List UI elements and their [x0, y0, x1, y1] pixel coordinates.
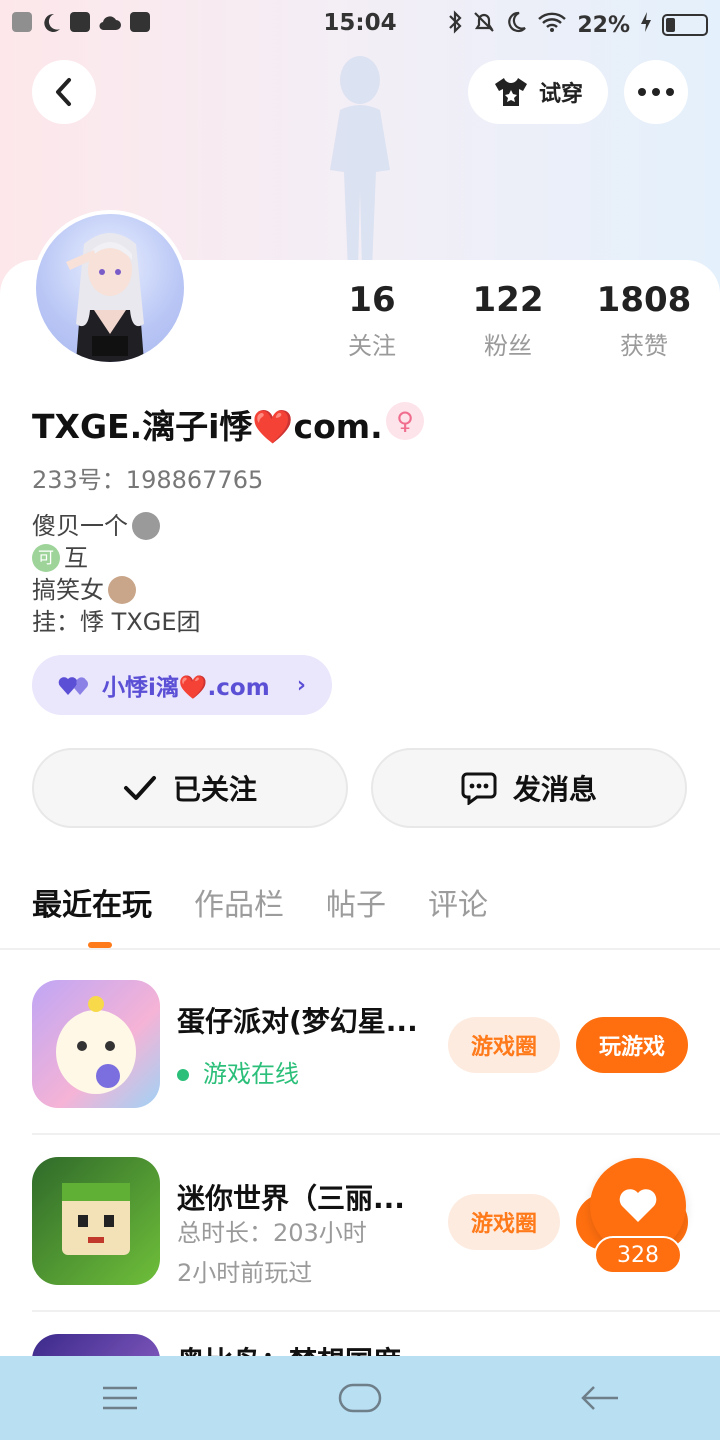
- like-count: 328: [594, 1236, 682, 1274]
- gray-emoji-icon: [132, 512, 160, 540]
- mute-icon: [473, 10, 495, 40]
- bio-line-4-text: 挂：悸 TXGE团: [32, 608, 201, 636]
- game-online-text: 游戏在线: [203, 1060, 299, 1088]
- heart-icon: [619, 1189, 657, 1222]
- stat-followers[interactable]: 122 粉丝: [448, 280, 568, 361]
- user-id[interactable]: 233号：198867765: [32, 460, 263, 495]
- menu-icon: [103, 1386, 137, 1410]
- more-button[interactable]: [624, 60, 688, 124]
- try-on-button[interactable]: 试穿: [468, 60, 608, 124]
- game-last-played: 2小时前玩过: [177, 1259, 313, 1287]
- chevron-right-icon: ›: [296, 672, 306, 698]
- bluetooth-icon: [447, 10, 463, 40]
- message-button[interactable]: 发消息: [371, 748, 687, 828]
- tab-posts[interactable]: 帖子: [326, 880, 386, 924]
- more-dots-icon: [638, 88, 674, 96]
- group-tag-label: 小悸i漓❤️.com: [102, 675, 270, 701]
- status-bar: 15:04 22%: [0, 0, 720, 48]
- avatar[interactable]: [32, 210, 188, 366]
- bio-line-1: 傻贝一个: [32, 510, 201, 542]
- monkey-emoji-icon: [108, 576, 136, 604]
- system-nav-bar: [0, 1356, 720, 1440]
- following-label: 关注: [348, 332, 396, 360]
- nickname: TXGE.漓子i悸❤️com.: [32, 407, 383, 446]
- tab-comments[interactable]: 评论: [428, 880, 488, 924]
- chevron-left-icon: [56, 78, 71, 106]
- back-nav-button[interactable]: [570, 1378, 630, 1418]
- followers-count: 122: [472, 280, 544, 320]
- bio-line-1-text: 傻贝一个: [32, 512, 128, 540]
- tshirt-icon: [494, 78, 527, 106]
- game-row[interactable]: 蛋仔派对(梦幻星... 游戏在线 游戏圈 玩游戏: [32, 980, 720, 1110]
- followers-label: 粉丝: [484, 332, 532, 360]
- row-divider: [32, 1133, 720, 1135]
- follow-button[interactable]: 已关注: [32, 748, 348, 828]
- try-on-label: 试穿: [538, 82, 583, 107]
- back-button[interactable]: [32, 60, 96, 124]
- chat-bubble-icon: [461, 772, 497, 805]
- tab-recently-played[interactable]: 最近在玩: [32, 880, 152, 924]
- follow-button-label: 已关注: [172, 773, 257, 806]
- battery-percent: 22%: [577, 12, 630, 38]
- home-nav-button[interactable]: [330, 1378, 390, 1418]
- group-tag-button[interactable]: 小悸i漓❤️.com ›: [32, 655, 332, 715]
- wifi-icon: [537, 11, 567, 39]
- likes-label: 获赞: [620, 332, 668, 360]
- game-duration: 总时长：203小时: [177, 1219, 367, 1247]
- status-right-icons: 22%: [447, 10, 708, 40]
- row-divider: [32, 1310, 720, 1312]
- game-status: 游戏在线: [177, 1054, 299, 1089]
- stat-likes[interactable]: 1808 获赞: [584, 280, 704, 361]
- online-dot-icon: [177, 1069, 189, 1081]
- tab-works[interactable]: 作品栏: [194, 880, 284, 924]
- following-count: 16: [348, 280, 396, 320]
- game-icon-eggy-party: [32, 980, 160, 1108]
- likes-count: 1808: [596, 280, 692, 320]
- double-heart-icon: [58, 677, 88, 695]
- bio-line-2: 可 互: [32, 542, 201, 574]
- menu-nav-button[interactable]: [90, 1378, 150, 1418]
- stat-following[interactable]: 16 关注: [312, 280, 432, 361]
- charging-icon: [640, 11, 652, 39]
- bio-line-2-text: 互: [64, 544, 88, 572]
- game-circle-button[interactable]: 游戏圈: [448, 1194, 560, 1250]
- profile-tabs: 最近在玩 作品栏 帖子 评论: [32, 880, 488, 924]
- tab-divider: [0, 948, 720, 950]
- gender-female-icon: ♀: [386, 402, 424, 440]
- game-name: 迷你世界（三丽...: [177, 1182, 405, 1215]
- dnd-moon-icon: [505, 11, 527, 39]
- bio-line-3-text: 搞笑女: [32, 576, 104, 604]
- back-arrow-icon: [581, 1386, 618, 1410]
- game-name: 蛋仔派对(梦幻星...: [177, 1005, 418, 1038]
- game-circle-button[interactable]: 游戏圈: [448, 1017, 560, 1073]
- play-game-button[interactable]: 玩游戏: [576, 1017, 688, 1073]
- bio-line-3: 搞笑女: [32, 574, 201, 606]
- green-emoji-icon: 可: [32, 544, 60, 572]
- bio: 傻贝一个 可 互 搞笑女 挂：悸 TXGE团: [32, 510, 201, 638]
- hologram-avatar-figure: [300, 50, 420, 270]
- battery-icon: [662, 14, 708, 36]
- game-icon-mini-world: [32, 1157, 160, 1285]
- message-button-label: 发消息: [512, 773, 597, 806]
- home-icon: [338, 1383, 382, 1413]
- check-icon: [123, 776, 156, 800]
- bio-line-4: 挂：悸 TXGE团: [32, 606, 201, 638]
